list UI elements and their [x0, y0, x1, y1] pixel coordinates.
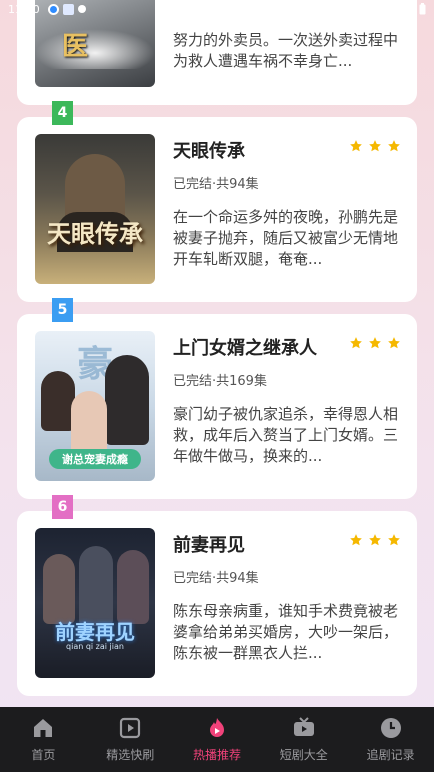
poster-image: 前妻再见 qian qi zai jian	[35, 528, 155, 678]
status-time: 11:50	[8, 2, 40, 16]
poster-caption: qian qi zai jian	[66, 642, 124, 651]
star-icon	[388, 337, 400, 349]
notification-icon-3	[77, 5, 86, 13]
battery-icon	[419, 3, 426, 15]
drama-description: 豪门幼子被仇家追杀，幸得恩人相救，成年后入赘当了上门女婿。三年做牛做马，换来的.…	[173, 405, 399, 465]
poster-caption: 谢总宠妻成瘾	[49, 449, 141, 469]
drama-card[interactable]: 4 天眼传承 天眼传承 已完结·共94集 在一个命运多舛的夜晚，孙鹏先是被妻子抛…	[17, 101, 417, 302]
star-icon	[388, 534, 400, 546]
star-icon	[388, 140, 400, 152]
home-icon	[34, 719, 53, 737]
star-icon	[369, 337, 381, 349]
drama-title: 天眼传承	[173, 141, 245, 162]
drama-card[interactable]: 6 前妻再见 qian qi zai jian 前妻再见 已完结·共94集 陈东…	[17, 495, 417, 696]
drama-meta: 已完结·共94集	[173, 177, 259, 192]
drama-card[interactable]: 5 豪 谢总宠妻成瘾 上门女婿之继承人 已完结·共169集 豪门幼子被仇家追杀，…	[17, 298, 417, 499]
poster-title: 医	[61, 32, 88, 62]
drama-description: 在一个命运多舛的夜晚，孙鹏先是被妻子抛弃，随后又被富少无情地开车轧断双腿，奄奄.…	[173, 208, 399, 268]
poster-title: 前妻再见	[55, 620, 135, 644]
nav-hot[interactable]: 热播推荐	[174, 707, 261, 772]
star-icon	[350, 140, 362, 152]
rank-badge: 5	[52, 298, 73, 322]
drama-description: 努力的外卖员。一次送外卖过程中为救人遭遇车祸不幸身亡...	[173, 31, 399, 70]
star-icon	[369, 534, 381, 546]
play-square-icon	[120, 717, 141, 739]
star-icon	[369, 140, 381, 152]
wifi-icon	[385, 4, 397, 14]
drama-title: 前妻再见	[173, 535, 245, 556]
nav-history-label: 追剧记录	[366, 748, 415, 762]
status-bar: 11:50	[0, 0, 434, 18]
flame-icon	[209, 718, 224, 737]
rating-stars	[349, 336, 401, 350]
poster-image: 豪 谢总宠妻成瘾	[35, 331, 155, 481]
nav-featured-label: 精选快刷	[106, 748, 155, 762]
rank-badge: 4	[52, 101, 73, 125]
nav-all-dramas[interactable]: 短剧大全	[260, 707, 347, 772]
nav-home[interactable]: 首页	[0, 707, 87, 772]
rating-stars	[349, 533, 401, 547]
tv-icon	[293, 717, 314, 736]
star-icon	[350, 534, 362, 546]
notification-icon	[47, 3, 59, 15]
signal-icon	[403, 3, 413, 15]
rating-stars	[349, 139, 401, 153]
poster-image: 天眼传承	[35, 134, 155, 284]
bottom-nav: 首页 精选快刷 热播推荐 短剧大全 追剧记录	[0, 707, 434, 772]
star-icon	[350, 337, 362, 349]
rank-badge: 6	[52, 495, 73, 519]
drama-title: 上门女婿之继承人	[173, 338, 317, 359]
drama-meta: 已完结·共94集	[173, 571, 259, 586]
nav-all-dramas-label: 短剧大全	[279, 748, 328, 762]
notification-icon-2	[62, 3, 74, 15]
drama-description: 陈东母亲病重，谁知手术费竟被老婆拿给弟弟买婚房，大吵一架后，陈东被一群黑衣人拦.…	[173, 602, 399, 662]
nav-home-label: 首页	[31, 748, 56, 762]
drama-meta: 已完结·共169集	[173, 374, 267, 389]
nav-featured[interactable]: 精选快刷	[87, 707, 174, 772]
nav-history[interactable]: 追剧记录	[347, 707, 434, 772]
clock-icon	[380, 718, 401, 738]
nav-hot-label: 热播推荐	[192, 748, 241, 762]
poster-title: 天眼传承	[47, 219, 143, 248]
